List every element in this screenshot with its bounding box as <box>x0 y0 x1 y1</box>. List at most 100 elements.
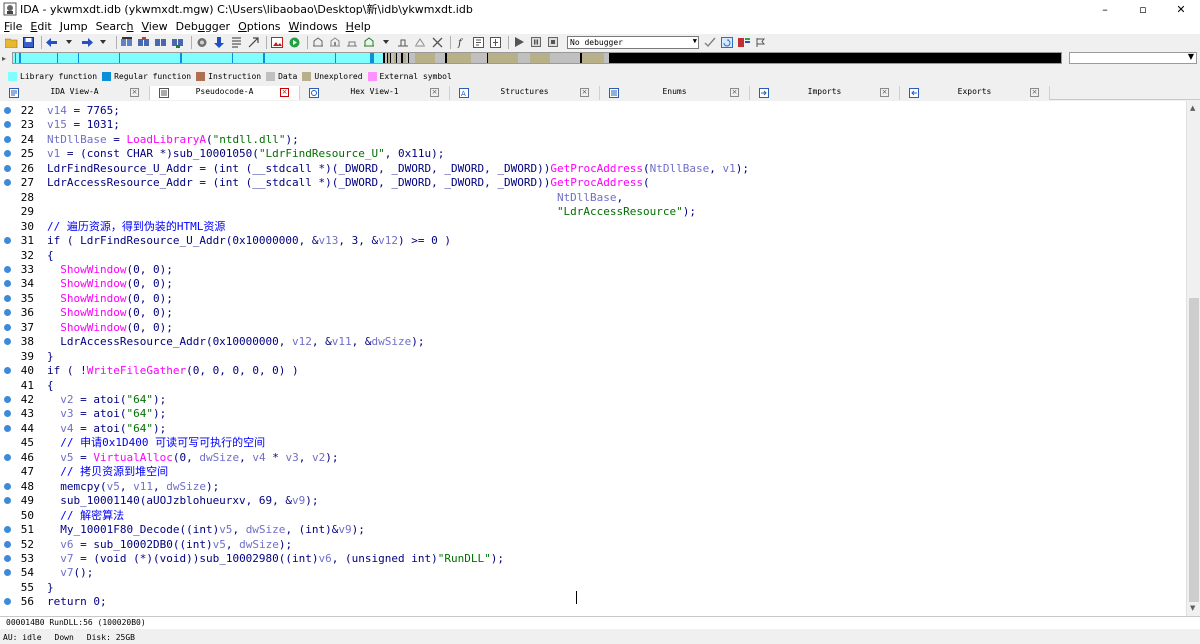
tab-structures[interactable]: A Structures × <box>450 86 600 100</box>
mark-unknown-icon[interactable] <box>413 36 427 49</box>
breakpoint-dot-icon[interactable] <box>4 338 11 346</box>
code-line[interactable]: 37 ShowWindow(0, 0); <box>0 321 1185 335</box>
refresh-icon[interactable] <box>720 36 734 49</box>
navigation-band[interactable] <box>12 52 1062 64</box>
tab-imports[interactable]: Imports × <box>750 86 900 100</box>
code-line[interactable]: 52 v6 = sub_10002DB0((int)v5, dwSize); <box>0 538 1185 552</box>
code-line[interactable]: 49 sub_10001140(aUOJzblohueurxv, 69, &v9… <box>0 494 1185 508</box>
mark-array-icon[interactable] <box>345 36 359 49</box>
breakpoint-dot-icon[interactable] <box>4 367 11 375</box>
code-line[interactable]: 56 return 0; <box>0 595 1185 609</box>
menu-file[interactable]: File <box>0 20 26 33</box>
back-arrow-icon[interactable] <box>45 36 59 49</box>
tab-ida-view-a[interactable]: IDA View-A × <box>0 86 150 100</box>
segment-select[interactable]: ▼ <box>1069 52 1197 64</box>
tab-pseudocode-a[interactable]: Pseudocode-A × <box>150 86 300 100</box>
close-tab-icon[interactable]: × <box>730 88 739 97</box>
mark-data-icon[interactable] <box>328 36 342 49</box>
tab-hex-view-1[interactable]: Hex View-1 × <box>300 86 450 100</box>
code-line[interactable]: 40 if ( !WriteFileGather(0, 0, 0, 0, 0) ) <box>0 364 1185 378</box>
breakpoint-dot-icon[interactable] <box>4 526 11 534</box>
code-line[interactable]: 55} <box>0 581 1185 595</box>
code-line[interactable]: 32 { <box>0 249 1185 263</box>
debugger-select[interactable]: No debugger ▼ <box>567 35 699 49</box>
graph-view-icon[interactable] <box>488 36 502 49</box>
code-line[interactable]: 34 ShowWindow(0, 0); <box>0 277 1185 291</box>
forward-dropdown-icon[interactable] <box>96 36 110 49</box>
code-line[interactable]: 31 if ( LdrFindResource_U_Addr(0x10000000… <box>0 234 1185 248</box>
mark-struct-dropdown-icon[interactable] <box>379 36 393 49</box>
breakpoint-dot-icon[interactable] <box>4 237 11 245</box>
breakpoint-dot-icon[interactable] <box>4 396 11 403</box>
breakpoint-dot-icon[interactable] <box>4 135 11 143</box>
code-line[interactable]: 46 v5 = VirtualAlloc(0, dwSize, v4 * v3,… <box>0 451 1185 465</box>
start-debug-icon[interactable] <box>512 36 526 49</box>
mark-code-icon[interactable] <box>311 36 325 49</box>
code-line[interactable]: 44 v4 = atoi("64"); <box>0 422 1185 436</box>
menu-debugger[interactable]: Debugger <box>172 20 234 33</box>
breakpoint-dot-icon[interactable] <box>4 453 11 461</box>
code-line[interactable]: 35 ShowWindow(0, 0); <box>0 292 1185 306</box>
breakpoint-list-icon[interactable] <box>737 36 751 49</box>
code-line[interactable]: 27 LdrAccessResource_Addr = (int (__stdca… <box>0 176 1185 190</box>
close-tab-icon[interactable]: × <box>880 88 889 97</box>
jump-entry-icon[interactable] <box>246 36 260 49</box>
code-line[interactable]: 48 memcpy(v5, v11, dwSize); <box>0 480 1185 494</box>
edit-function-icon[interactable] <box>471 36 485 49</box>
code-line[interactable]: 23 v15 = 1031; <box>0 118 1185 132</box>
pause-debug-icon[interactable] <box>529 36 543 49</box>
menu-view[interactable]: View <box>137 20 171 33</box>
code-line[interactable]: 50 // 解密算法 <box>0 509 1185 523</box>
code-line[interactable]: 25 v1 = (const CHAR *)sub_10001050("LdrFi… <box>0 147 1185 161</box>
menu-jump[interactable]: Jump <box>56 20 92 33</box>
tab-exports[interactable]: Exports × <box>900 86 1050 100</box>
undefine-icon[interactable] <box>430 36 444 49</box>
stop-debug-icon[interactable] <box>546 36 560 49</box>
text-search-icon[interactable] <box>137 36 151 49</box>
forward-arrow-icon[interactable] <box>79 36 93 49</box>
scroll-up-icon[interactable]: ▲ <box>1190 104 1195 112</box>
pseudocode-pane[interactable]: 22 v14 = 7765; 23 v15 = 1031; 24 NtDllBase = … <box>0 101 1200 616</box>
breakpoint-dot-icon[interactable] <box>4 497 11 505</box>
search-next-icon[interactable] <box>154 36 168 49</box>
close-tab-icon[interactable]: × <box>580 88 589 97</box>
breakpoint-dot-icon[interactable] <box>4 164 11 172</box>
code-line[interactable]: 47 // 拷贝资源到堆空间 <box>0 465 1185 479</box>
trace-options-icon[interactable] <box>754 36 768 49</box>
code-line[interactable]: 33 ShowWindow(0, 0); <box>0 263 1185 277</box>
code-xref-icon[interactable] <box>195 36 209 49</box>
breakpoint-dot-icon[interactable] <box>4 554 11 562</box>
code-line[interactable]: 53 v7 = (void (*)(void))sub_10002980((in… <box>0 552 1185 566</box>
minimize-button[interactable]: – <box>1086 0 1124 18</box>
jump-down-icon[interactable] <box>212 36 226 49</box>
binary-search-icon[interactable] <box>120 36 134 49</box>
function-icon[interactable]: f <box>454 36 468 49</box>
jump-list-icon[interactable] <box>229 36 243 49</box>
breakpoint-dot-icon[interactable] <box>4 294 11 302</box>
close-window-button[interactable]: ✕ <box>1162 0 1200 18</box>
menu-windows[interactable]: Windows <box>285 20 342 33</box>
tab-enums[interactable]: Enums × <box>600 86 750 100</box>
breakpoint-dot-icon[interactable] <box>4 309 11 317</box>
close-tab-icon[interactable]: × <box>1030 88 1039 97</box>
code-line[interactable]: 41 { <box>0 379 1185 393</box>
menu-options[interactable]: Options <box>234 20 284 33</box>
breakpoint-dot-icon[interactable] <box>4 150 11 158</box>
breakpoint-dot-icon[interactable] <box>4 280 11 288</box>
run-script-icon[interactable] <box>287 36 301 49</box>
debugger-options-icon[interactable] <box>703 36 717 49</box>
breakpoint-dot-icon[interactable] <box>4 540 11 548</box>
breakpoint-dot-icon[interactable] <box>4 424 11 432</box>
mark-offset-icon[interactable] <box>396 36 410 49</box>
menu-edit[interactable]: Edit <box>26 20 55 33</box>
code-line[interactable]: 38 LdrAccessResource_Addr(0x10000000, v1… <box>0 335 1185 349</box>
menu-search[interactable]: Search <box>92 20 138 33</box>
open-folder-icon[interactable] <box>4 36 18 49</box>
vertical-scrollbar[interactable]: ▲ ▼ <box>1186 101 1200 616</box>
code-line[interactable]: 51 My_10001F80_Decode((int)v5, dwSize, (… <box>0 523 1185 537</box>
mark-string-icon[interactable] <box>362 36 376 49</box>
code-line[interactable]: 43 v3 = atoi("64"); <box>0 407 1185 421</box>
breakpoint-dot-icon[interactable] <box>4 598 11 606</box>
code-line[interactable]: 36 ShowWindow(0, 0); <box>0 306 1185 320</box>
breakpoint-dot-icon[interactable] <box>4 179 11 187</box>
